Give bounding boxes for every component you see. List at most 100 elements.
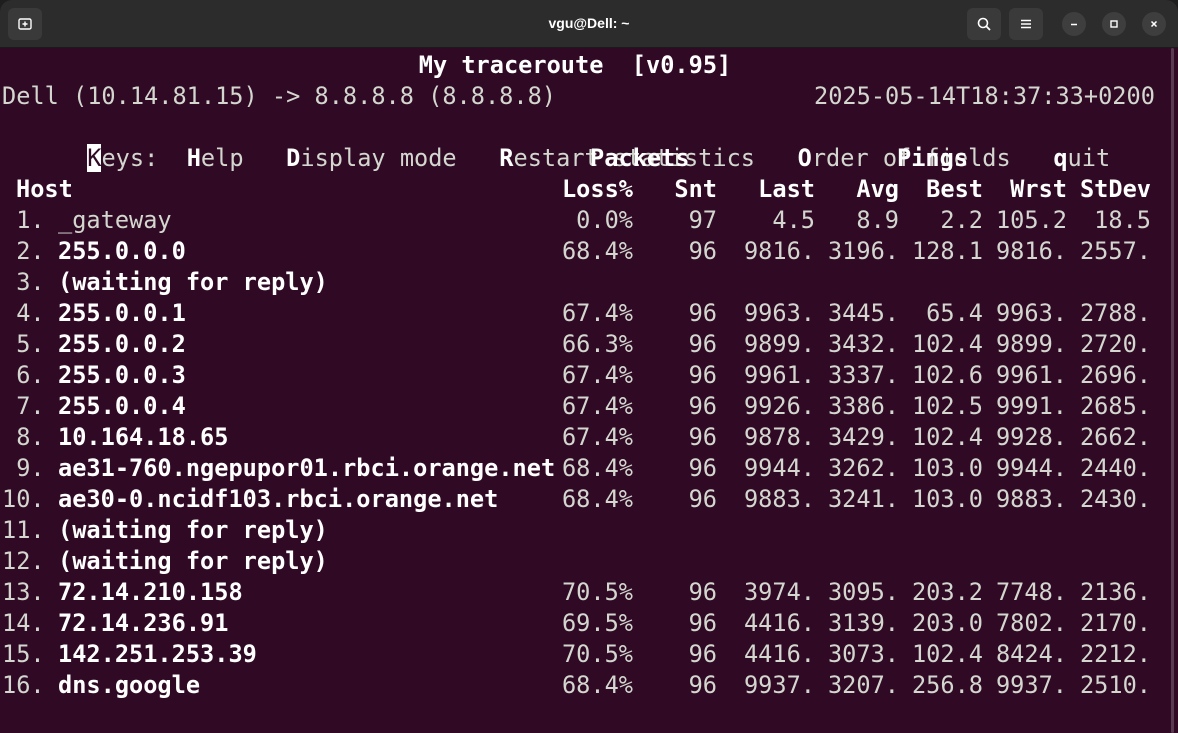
hop-snt: 96 xyxy=(688,454,717,482)
hop-best: 256.8 xyxy=(911,671,983,699)
hop-stdev: 2136. xyxy=(1079,578,1151,606)
hop-best: 103.0 xyxy=(911,485,983,513)
hop-loss: 68.4% xyxy=(561,237,633,265)
hop-loss: 69.5% xyxy=(561,609,633,637)
hop-snt xyxy=(640,267,717,298)
hop-avg: 3095. xyxy=(827,578,899,606)
hop-wrst: 9961. xyxy=(995,361,1067,389)
hop-wrst: 9991. xyxy=(995,392,1067,420)
hop-number: 6. xyxy=(2,361,45,389)
titlebar[interactable]: vgu@Dell: ~ xyxy=(0,0,1178,48)
hop-loss: 66.3% xyxy=(561,330,633,358)
hop-last xyxy=(724,515,815,546)
hop-avg: 3262. xyxy=(827,454,899,482)
hop-avg xyxy=(808,515,899,546)
hop-snt: 96 xyxy=(688,671,717,699)
hop-best xyxy=(892,267,983,298)
hop-snt: 96 xyxy=(688,392,717,420)
hop-number: 14. xyxy=(2,609,45,637)
hop-best: 128.1 xyxy=(911,237,983,265)
hop-best xyxy=(892,515,983,546)
key-display-mode[interactable]: D xyxy=(286,144,300,172)
mtr-title: My traceroute [v0.95] xyxy=(418,51,732,79)
hop-last: 9937. xyxy=(743,671,815,699)
hop-number: 9. xyxy=(2,454,45,482)
hop-stdev xyxy=(1060,515,1151,546)
hop-wrst: 7748. xyxy=(995,578,1067,606)
hop-stdev xyxy=(1060,546,1151,577)
hop-host: 142.251.253.39 xyxy=(58,640,257,668)
terminal-content[interactable]: My traceroute [v0.95] Dell (10.14.81.15)… xyxy=(0,48,1166,733)
hop-avg: 3337. xyxy=(827,361,899,389)
maximize-icon xyxy=(1110,20,1118,28)
hop-number: 11. xyxy=(2,516,45,544)
terminal-scrollbar[interactable] xyxy=(1171,48,1174,733)
maximize-button[interactable] xyxy=(1102,12,1126,36)
hop-wrst xyxy=(976,515,1067,546)
hop-number: 15. xyxy=(2,640,45,668)
hop-wrst: 9963. xyxy=(995,299,1067,327)
key-quit[interactable]: q xyxy=(1053,144,1067,172)
menu-button[interactable] xyxy=(1009,8,1043,40)
hop-last: 9899. xyxy=(743,330,815,358)
key-quit-label: uit xyxy=(1067,144,1111,172)
hop-host: ae30-0.ncidf103.rbci.orange.net xyxy=(58,485,499,513)
search-button[interactable] xyxy=(967,8,1001,40)
hop-avg: 8.9 xyxy=(856,206,899,234)
hop-avg: 3196. xyxy=(827,237,899,265)
col-header-snt: Snt xyxy=(674,175,717,203)
route-info: Dell (10.14.81.15) -> 8.8.8.8 (8.8.8.8) xyxy=(2,82,556,110)
hop-last xyxy=(724,546,815,577)
hop-loss: 0.0% xyxy=(576,206,633,234)
hop-avg xyxy=(808,267,899,298)
hop-snt: 96 xyxy=(688,361,717,389)
hop-host: 255.0.0.4 xyxy=(58,392,186,420)
hop-host: _gateway xyxy=(58,206,172,234)
hop-stdev: 2696. xyxy=(1079,361,1151,389)
hop-host: 255.0.0.2 xyxy=(58,330,186,358)
hop-number: 3. xyxy=(2,268,45,296)
hop-stdev: 2662. xyxy=(1079,423,1151,451)
key-restart-statistics[interactable]: R xyxy=(499,144,513,172)
hop-stdev: 2685. xyxy=(1079,392,1151,420)
key-help[interactable]: H xyxy=(187,144,201,172)
hop-best: 65.4 xyxy=(926,299,983,327)
key-order-of-fields[interactable]: O xyxy=(798,144,812,172)
hop-number: 10. xyxy=(2,485,45,513)
hop-loss xyxy=(530,546,633,577)
col-header-loss: Loss% xyxy=(561,175,633,203)
minimize-button[interactable] xyxy=(1062,12,1086,36)
hop-best: 103.0 xyxy=(911,454,983,482)
hop-host: ae31-760.ngepupor01.rbci.orange.net xyxy=(58,454,556,482)
hop-avg: 3241. xyxy=(827,485,899,513)
col-header-best: Best xyxy=(926,175,983,203)
hop-stdev: 2212. xyxy=(1079,640,1151,668)
hop-last xyxy=(724,267,815,298)
hop-wrst: 8424. xyxy=(995,640,1067,668)
hop-loss xyxy=(530,267,633,298)
hop-loss xyxy=(530,515,633,546)
hop-host: 10.164.18.65 xyxy=(58,423,229,451)
hop-best: 102.4 xyxy=(911,423,983,451)
close-icon xyxy=(1150,20,1158,28)
hop-wrst: 105.2 xyxy=(995,206,1067,234)
hop-last: 9963. xyxy=(743,299,815,327)
hop-loss: 68.4% xyxy=(561,485,633,513)
hop-snt: 96 xyxy=(688,330,717,358)
close-button[interactable] xyxy=(1142,12,1166,36)
hop-stdev: 18.5 xyxy=(1094,206,1151,234)
hop-host: 255.0.0.1 xyxy=(58,299,186,327)
hop-stdev: 2430. xyxy=(1079,485,1151,513)
hop-wrst: 9944. xyxy=(995,454,1067,482)
hop-snt: 96 xyxy=(688,485,717,513)
minimize-icon xyxy=(1071,23,1077,26)
col-header-wrst: Wrst xyxy=(1010,175,1067,203)
window-title: vgu@Dell: ~ xyxy=(548,15,630,31)
hop-snt: 97 xyxy=(688,206,717,234)
hop-host: (waiting for reply) xyxy=(58,547,328,575)
timestamp: 2025-05-14T18:37:33+0200 xyxy=(814,82,1155,110)
hop-avg: 3207. xyxy=(827,671,899,699)
hop-snt: 96 xyxy=(688,609,717,637)
hop-snt: 96 xyxy=(688,578,717,606)
hop-number: 5. xyxy=(2,330,45,358)
